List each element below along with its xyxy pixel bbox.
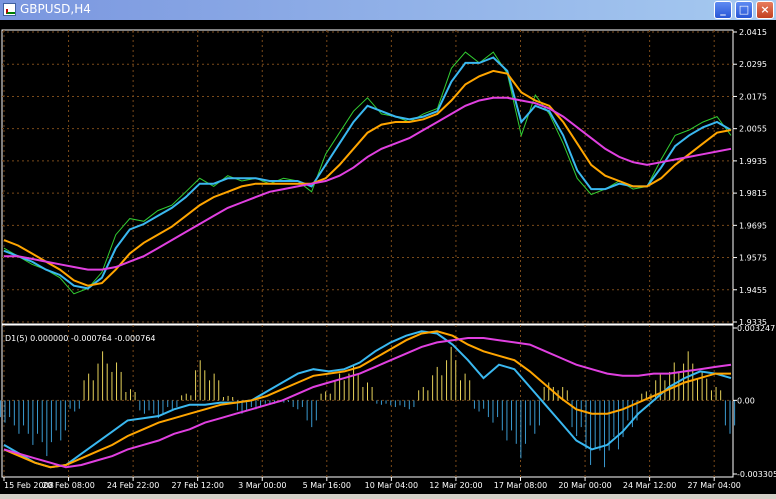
window-titlebar[interactable]: GBPUSD,H4 _ □ × (0, 0, 776, 20)
x-tick-label: 5 Mar 16:00 (303, 481, 351, 490)
x-tick-label: 27 Feb 12:00 (171, 481, 223, 490)
y-tick-label: 2.0295 (739, 60, 767, 69)
x-tick-label: 10 Mar 04:00 (365, 481, 418, 490)
window-title: GBPUSD,H4 (20, 2, 91, 16)
indicator-tick-label: -0.003305 (737, 470, 776, 479)
y-tick-label: 1.9695 (739, 221, 767, 230)
y-tick-label: 2.0415 (739, 28, 767, 37)
y-tick-label: 1.9455 (739, 286, 767, 295)
minimize-button[interactable]: _ (714, 1, 732, 19)
series-layer (3, 51, 732, 469)
y-tick-label: 1.9815 (739, 189, 767, 198)
x-tick-label: 12 Mar 20:00 (429, 481, 482, 490)
x-tick-label: 20 Feb 08:00 (42, 481, 94, 490)
indicator-tick-label: 0.00 (737, 396, 755, 405)
maximize-button[interactable]: □ (735, 1, 753, 19)
x-tick-label: 20 Mar 00:00 (558, 481, 611, 490)
main-panel-border (1, 29, 734, 325)
chart-window-icon (3, 3, 16, 16)
price-panel-fast-line (3, 56, 732, 290)
histogram-layer (0, 346, 736, 468)
close-button[interactable]: × (756, 1, 774, 19)
x-tick-label: 27 Mar 04:00 (687, 481, 740, 490)
y-tick-label: 1.9575 (739, 254, 767, 263)
y-tick-label: 2.0175 (739, 92, 767, 101)
indicator-label: D1(5) 0.000000 -0.000764 -0.000764 (5, 334, 156, 343)
y-tick-label: 1.9935 (739, 157, 767, 166)
chart-area[interactable]: 15 Feb 2008 20 Feb 08:00 24 Feb 22:00 27 Fe… (0, 20, 776, 494)
indicator-tick-label: 0.003247 (737, 324, 775, 333)
x-tick-label: 24 Mar 12:00 (623, 481, 676, 490)
y-tick-label: 2.0055 (739, 125, 767, 134)
x-tick-label: 3 Mar 00:00 (238, 481, 286, 490)
axis-layer: 15 Feb 200820 Feb 08:00 24 Feb 22:00 27 Fe… (3, 28, 776, 490)
x-tick-label: 17 Mar 08:00 (494, 481, 547, 490)
chart-canvas[interactable]: 15 Feb 200820 Feb 08:00 24 Feb 22:00 27 Fe… (0, 20, 776, 494)
x-tick-label: 24 Feb 22:00 (107, 481, 159, 490)
